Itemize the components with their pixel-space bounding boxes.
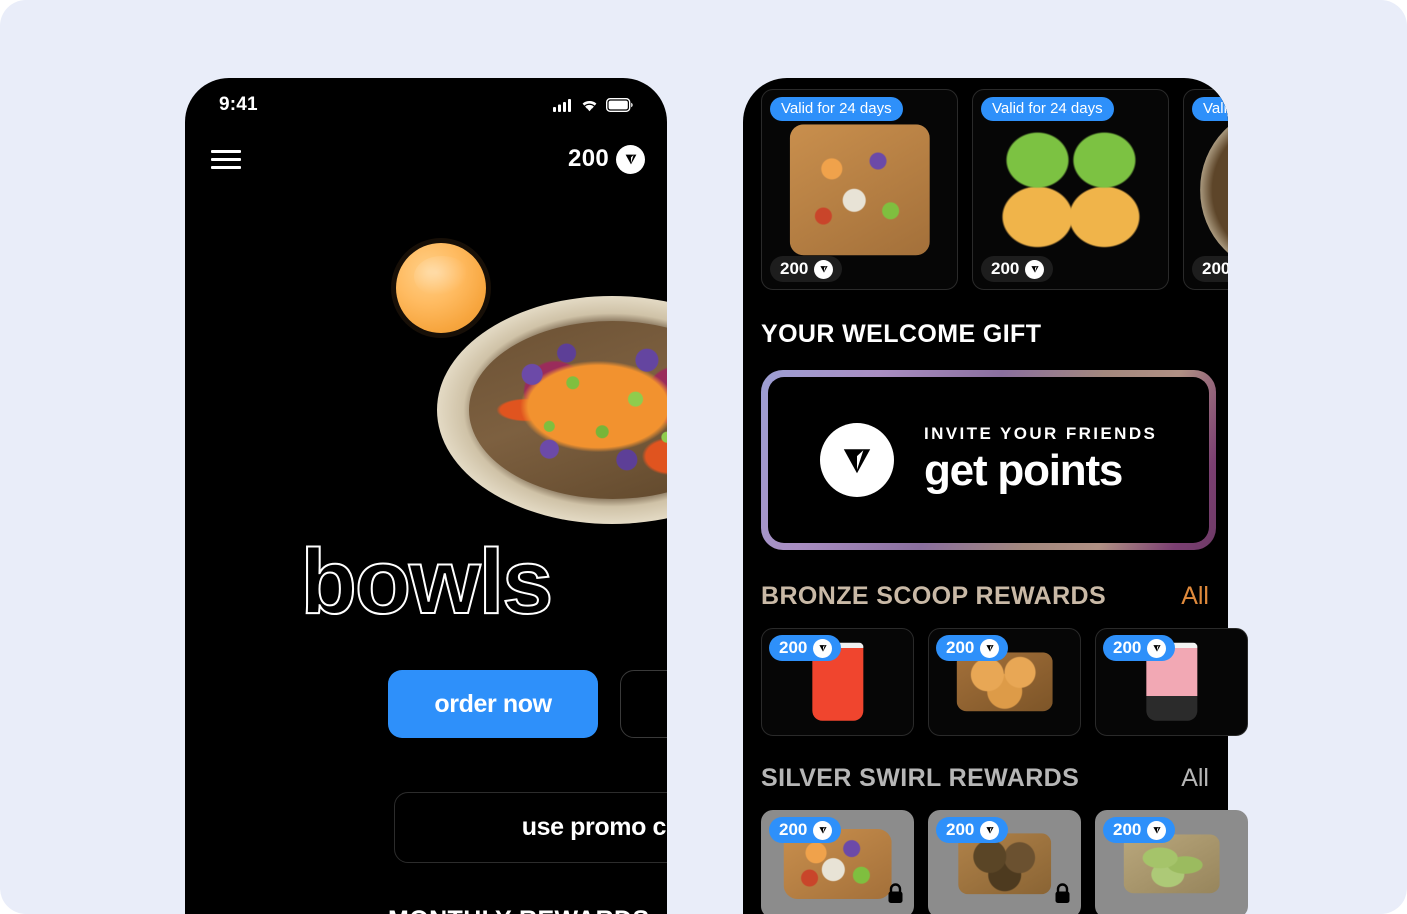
bronze-rewards-title: BRONZE SCOOP REWARDS (761, 582, 1107, 610)
brand-logo-icon (1147, 820, 1167, 840)
points-balance[interactable]: 200 (568, 144, 645, 174)
points-badge: 200 (1103, 817, 1176, 843)
silver-rewards-all-link[interactable]: All (1181, 764, 1209, 793)
top-nav-row: 200 (185, 136, 667, 182)
bronze-rewards-header: BRONZE SCOOP REWARDS All (761, 582, 1209, 611)
brand-logo-icon (814, 259, 834, 279)
brand-logo-icon (980, 638, 1000, 658)
points-badge-value: 200 (1113, 820, 1142, 839)
invite-friends-kicker: INVITE YOUR FRIENDS (924, 424, 1158, 443)
top-rewards-strip[interactable]: Valid for 24 days 200 Valid for 24 days … (761, 89, 1228, 290)
phone-left-home-screen: 9:41 200 bowls order now use promo c (185, 78, 667, 914)
reward-card[interactable]: 200 (761, 628, 914, 736)
cellular-signal-icon (553, 99, 571, 112)
points-badge-value: 200 (780, 259, 809, 278)
points-badge: 200 (936, 817, 1009, 843)
bowl-greens (514, 341, 667, 479)
reward-card[interactable]: Valid for 2 200 (1183, 89, 1228, 290)
reward-card-locked[interactable]: 200 (761, 810, 914, 914)
points-badge-value: 200 (946, 638, 975, 657)
screenshot-canvas: 9:41 200 bowls order now use promo c Val… (0, 0, 1407, 914)
brand-logo-icon (980, 820, 1000, 840)
hamburger-menu-icon[interactable] (211, 149, 241, 169)
reward-thumbnail (994, 121, 1147, 258)
reward-card-locked[interactable]: 200 (1095, 810, 1248, 914)
invite-friends-text: INVITE YOUR FRIENDS get points (924, 424, 1157, 496)
reward-thumbnail (789, 123, 930, 256)
page-title: bowls (300, 530, 555, 634)
invite-friends-headline: get points (924, 446, 1123, 495)
wifi-icon (582, 101, 597, 112)
silver-rewards-title: SILVER SWIRL REWARDS (761, 764, 1080, 792)
points-badge-value: 200 (779, 820, 808, 839)
brand-logo-icon (813, 820, 833, 840)
use-promo-code-button[interactable]: use promo code (394, 792, 667, 863)
points-badge: 200 (936, 635, 1009, 661)
lock-icon (1054, 883, 1071, 909)
reward-card[interactable]: 200 (928, 628, 1081, 736)
points-badge-value: 200 (1202, 259, 1228, 278)
food-bowl-image (437, 296, 667, 524)
bronze-rewards-all-link[interactable]: All (1181, 582, 1209, 611)
validity-badge: Valid for 2 (1192, 97, 1228, 121)
brand-logo-icon (820, 423, 894, 497)
points-balance-value: 200 (568, 145, 609, 172)
order-now-button[interactable]: order now (388, 670, 598, 738)
bronze-rewards-strip[interactable]: 200 200 200 (761, 628, 1248, 736)
brand-logo-icon (1147, 638, 1167, 658)
points-badge-value: 200 (779, 638, 808, 657)
welcome-gift-header: YOUR WELCOME GIFT (761, 320, 1209, 349)
points-badge: 200 (769, 635, 842, 661)
brand-logo-icon (813, 638, 833, 658)
status-bar-icons (553, 88, 633, 112)
validity-badge: Valid for 24 days (981, 97, 1114, 121)
welcome-gift-title: YOUR WELCOME GIFT (761, 320, 1042, 348)
reward-card-locked[interactable]: 200 (928, 810, 1081, 914)
primary-action-row: order now re-order (388, 670, 667, 738)
points-badge: 200 (769, 817, 842, 843)
points-badge-value: 200 (946, 820, 975, 839)
reward-card[interactable]: Valid for 24 days 200 (761, 89, 958, 290)
monthly-rewards-header: MONTHLY REWARDS All (388, 906, 667, 914)
validity-badge: Valid for 24 days (770, 97, 903, 121)
status-bar-time: 9:41 (219, 94, 258, 115)
reward-thumbnail (956, 652, 1053, 712)
status-bar: 9:41 (185, 78, 667, 122)
points-badge-value: 200 (1113, 638, 1142, 657)
re-order-button[interactable]: re-order (620, 670, 667, 738)
invite-friends-banner[interactable]: INVITE YOUR FRIENDS get points (761, 370, 1216, 550)
reward-thumbnail (1199, 105, 1228, 274)
reward-card[interactable]: Valid for 24 days 200 (972, 89, 1169, 290)
silver-rewards-header: SILVER SWIRL REWARDS All (761, 764, 1209, 793)
lock-icon (887, 883, 904, 909)
points-badge: 200 (770, 256, 843, 282)
brand-logo-icon (616, 144, 645, 174)
battery-icon (606, 98, 633, 112)
brand-logo-icon (1025, 259, 1045, 279)
invite-friends-banner-inner: INVITE YOUR FRIENDS get points (768, 377, 1209, 543)
reward-thumbnail (1123, 834, 1220, 894)
sauce-cup-image (396, 243, 486, 333)
points-badge-value: 200 (991, 259, 1020, 278)
points-badge: 200 (1192, 256, 1228, 282)
monthly-rewards-title: MONTHLY REWARDS (388, 906, 650, 914)
reward-card[interactable]: 200 (1095, 628, 1248, 736)
points-badge: 200 (1103, 635, 1176, 661)
points-badge: 200 (981, 256, 1054, 282)
silver-rewards-strip[interactable]: 200 200 200 (761, 810, 1248, 914)
